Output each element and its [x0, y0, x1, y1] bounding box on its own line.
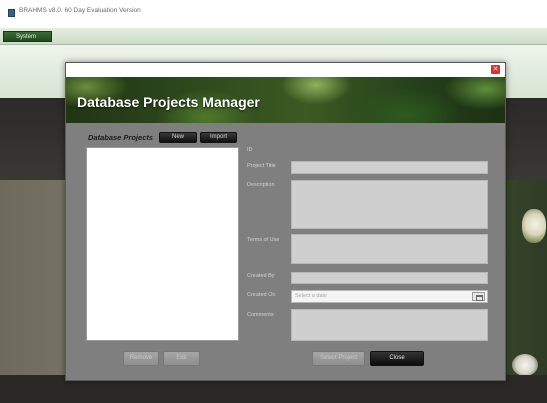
- background-flower-image: [522, 209, 546, 243]
- background-flower-image: [512, 354, 538, 376]
- date-placeholder: Select a date: [295, 293, 328, 299]
- close-icon[interactable]: ✕: [491, 65, 500, 74]
- projects-list[interactable]: [86, 147, 239, 341]
- created-on-date-field[interactable]: Select a date: [291, 290, 488, 303]
- comments-label: Comments: [247, 312, 274, 318]
- description-field[interactable]: [291, 180, 488, 229]
- app-icon: [8, 9, 15, 17]
- comments-field[interactable]: [291, 309, 488, 341]
- close-button[interactable]: Close: [370, 351, 424, 366]
- new-project-button[interactable]: New: [159, 132, 197, 143]
- import-project-button[interactable]: Import: [200, 132, 237, 143]
- created-by-field[interactable]: [291, 272, 488, 284]
- app-title: BRAHMS v8.0. 60 Day Evaluation Version: [19, 7, 141, 14]
- terms-of-use-label: Terms of Use: [247, 237, 280, 243]
- menu-bar: System: [0, 28, 547, 45]
- remove-project-button[interactable]: Remove: [123, 351, 159, 366]
- dialog-title-bar: ✕: [66, 63, 505, 77]
- created-on-label: Created On: [247, 292, 276, 298]
- dialog-title: Database Projects Manager: [77, 94, 260, 110]
- menu-system[interactable]: System: [3, 31, 52, 42]
- calendar-icon[interactable]: [472, 292, 485, 301]
- created-by-label: Created By: [247, 273, 275, 279]
- description-label: Description: [247, 182, 275, 188]
- database-projects-dialog: ✕ Database Projects Manager Database Pro…: [65, 62, 506, 381]
- project-title-label: Project Title: [247, 163, 276, 169]
- terms-of-use-field[interactable]: [291, 234, 488, 264]
- app-title-bar: BRAHMS v8.0. 60 Day Evaluation Version: [0, 0, 547, 26]
- projects-list-label: Database Projects: [88, 133, 154, 142]
- select-project-button[interactable]: Select Project: [312, 351, 365, 366]
- project-title-field[interactable]: [291, 161, 488, 174]
- edit-project-button[interactable]: Edit: [163, 351, 200, 366]
- id-label: ID: [247, 147, 253, 153]
- dialog-banner: Database Projects Manager: [66, 77, 505, 123]
